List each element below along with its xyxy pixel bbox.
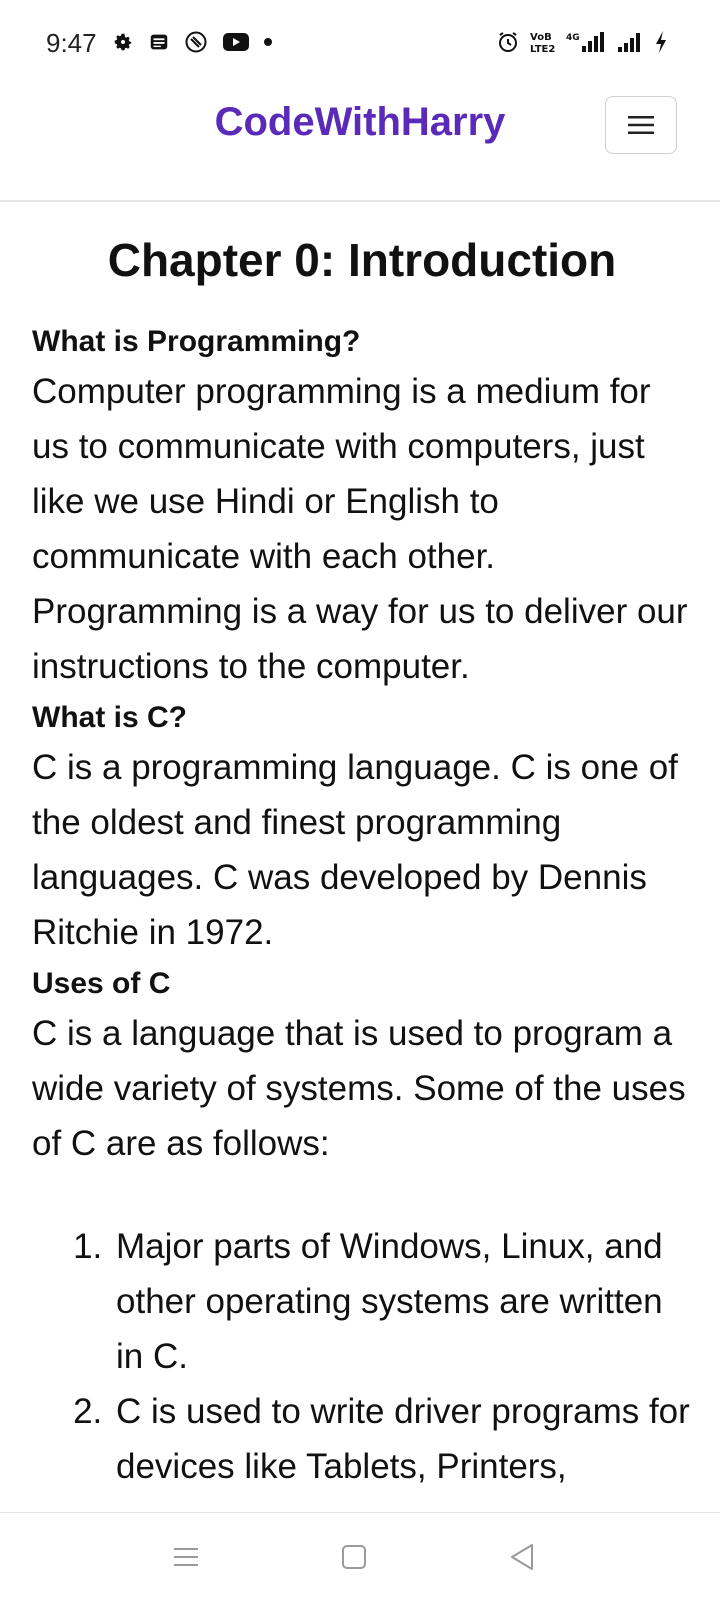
back-triangle-icon [511, 1544, 533, 1570]
sync-icon [184, 30, 208, 54]
svg-text:LTE2: LTE2 [530, 44, 555, 54]
dot-icon [264, 38, 272, 46]
youtube-icon [222, 31, 250, 53]
section-heading-c: What is C? [32, 701, 187, 734]
svg-text:VoB: VoB [530, 32, 552, 43]
status-time: 9:47 [46, 28, 97, 58]
home-square-icon [342, 1545, 366, 1569]
news-icon [148, 31, 170, 53]
charging-icon [654, 30, 668, 54]
section-heading-programming: What is Programming? [32, 325, 361, 358]
section-text-c: C is a programming language. C is one of… [32, 748, 678, 952]
status-right-icons: VoB LTE2 4G [496, 30, 668, 54]
list-item: Major parts of Windows, Linux, and other… [112, 1219, 692, 1384]
menu-icon [174, 1548, 198, 1566]
section-text-uses: C is a language that is used to program … [32, 1014, 686, 1163]
status-bar: 9:47 VoB LTE2 4G [0, 0, 720, 86]
signal-4g-icon: 4G [566, 30, 606, 54]
volte-icon: VoB LTE2 [530, 30, 556, 54]
system-nav-bar [0, 1512, 720, 1601]
article-content: Chapter 0: Introduction What is Programm… [32, 200, 692, 1494]
svg-text:4G: 4G [566, 33, 580, 43]
recent-apps-button[interactable] [168, 1539, 204, 1575]
menu-toggle-button[interactable] [605, 96, 677, 154]
back-button[interactable] [504, 1539, 540, 1575]
uses-list: Major parts of Windows, Linux, and other… [32, 1219, 692, 1494]
list-item: C is used to write driver programs for d… [112, 1384, 692, 1494]
gear-icon [112, 31, 134, 53]
page-title: Chapter 0: Introduction [107, 234, 617, 286]
site-header: CodeWithHarry [0, 86, 720, 202]
status-left-icons [112, 30, 272, 54]
signal-icon [616, 30, 644, 54]
section-text-programming: Computer programming is a medium for us … [32, 372, 688, 686]
section-heading-uses: Uses of C [32, 967, 171, 1000]
home-button[interactable] [336, 1539, 372, 1575]
hamburger-icon [628, 116, 654, 134]
alarm-icon [496, 30, 520, 54]
